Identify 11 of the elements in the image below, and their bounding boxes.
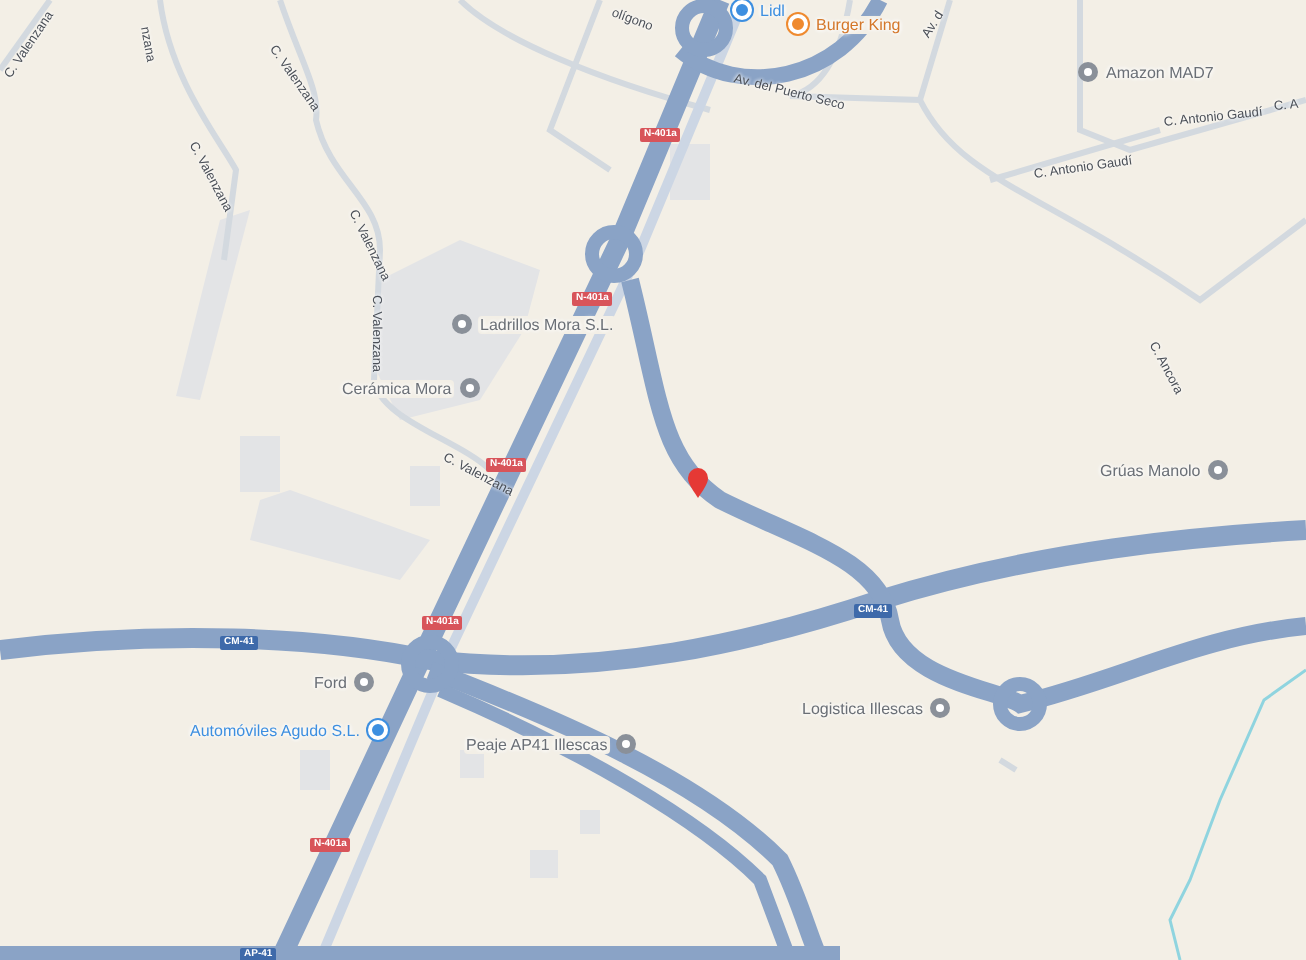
location-pin-icon [688, 468, 708, 498]
place-label: Ladrillos Mora S.L. [478, 315, 616, 333]
place-pin-icon [930, 698, 951, 718]
place-label: Automóviles Agudo S.L. [188, 721, 362, 739]
place-pin-icon [354, 672, 375, 692]
place-label: Peaje AP41 Illescas [464, 735, 610, 753]
place-pin-icon [1208, 460, 1229, 480]
shop-pin-icon [367, 720, 388, 740]
restaurant-pin-icon [788, 14, 808, 34]
place-pin-icon [1078, 62, 1098, 82]
shop-pin-icon [732, 0, 752, 20]
